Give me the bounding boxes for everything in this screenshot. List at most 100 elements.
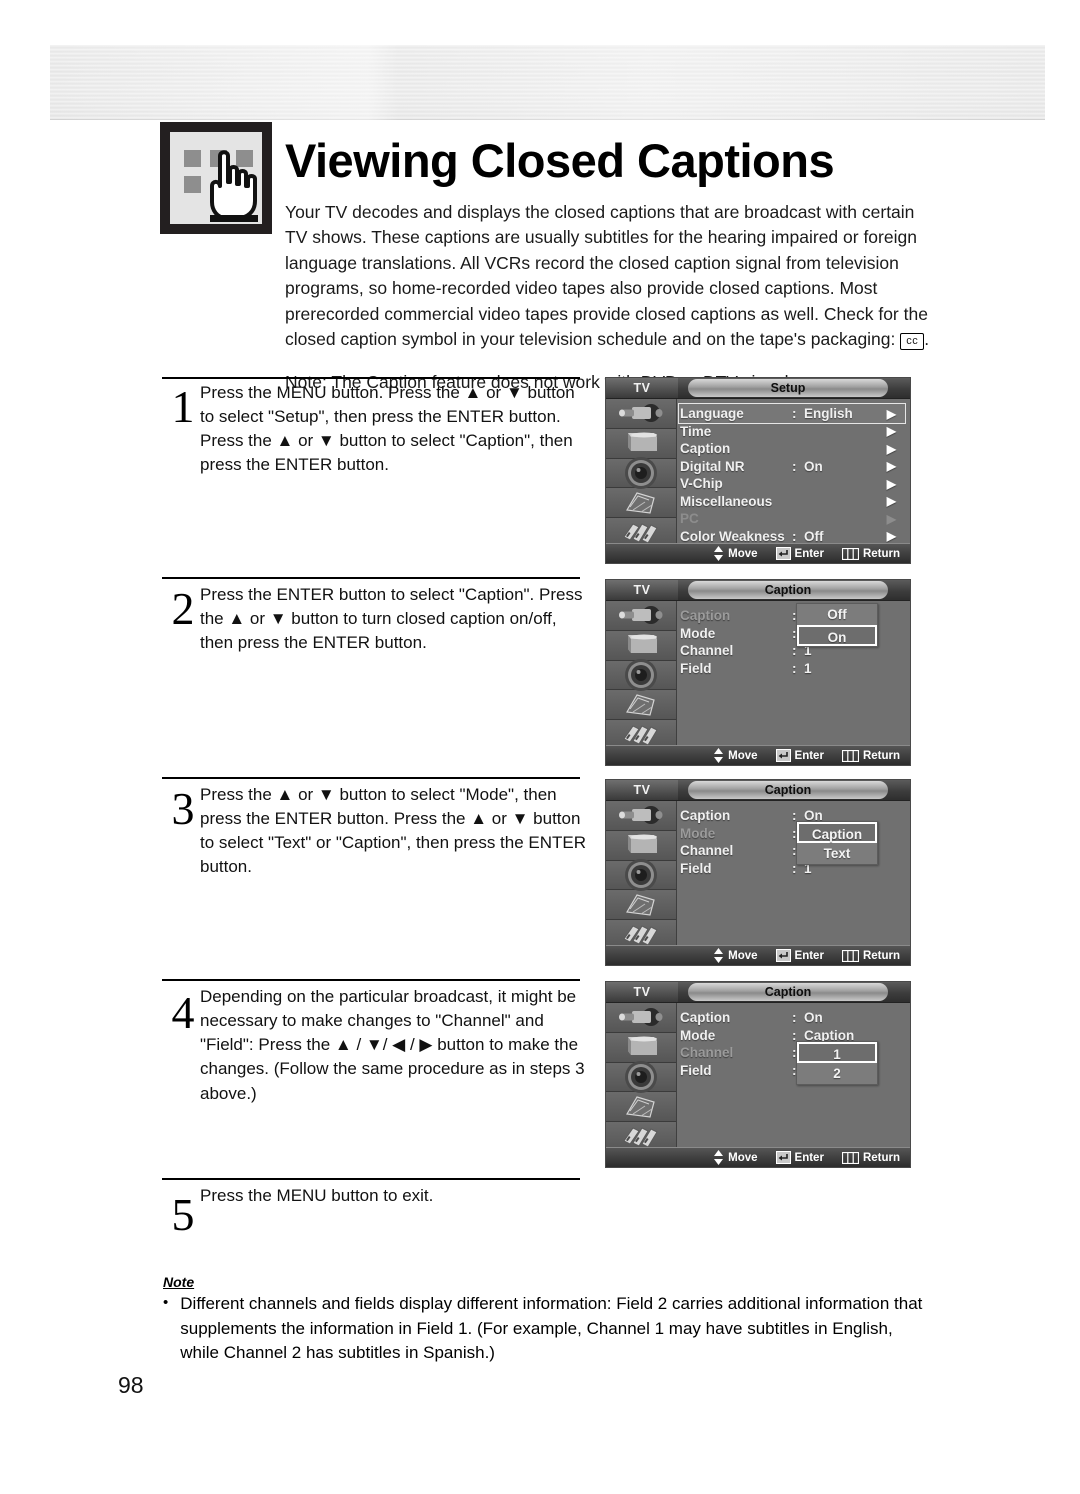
- osd-menu-item[interactable]: PC ▶: [680, 510, 906, 528]
- osd-menu-item[interactable]: Caption: On: [680, 1009, 906, 1027]
- osd-item-colon: :: [792, 1010, 797, 1026]
- step-separator-2: [162, 577, 580, 579]
- sound-speaker-icon[interactable]: [606, 457, 676, 489]
- osd-item-colon: :: [792, 458, 797, 474]
- osd-footer-enter[interactable]: Enter: [775, 749, 824, 762]
- osd-option-item[interactable]: Text: [797, 843, 877, 864]
- osd-menu-item[interactable]: Caption ▶: [680, 440, 906, 458]
- osd-footer-move[interactable]: Move: [713, 948, 758, 963]
- osd-footer-label: Return: [862, 1151, 900, 1164]
- osd-item-label: Digital NR: [680, 458, 745, 474]
- osd-footer-label: Return: [862, 749, 900, 762]
- step-number-2: 2: [171, 583, 195, 634]
- osd-titlebar: TV Caption: [606, 780, 910, 801]
- page-number: 98: [118, 1372, 144, 1398]
- osd-panel-setup-menu: TV Setup Language: English ▶ Time ▶ Caption ▶ Dig…: [605, 377, 911, 564]
- channel-icon[interactable]: [606, 690, 676, 721]
- up-down-arrow-icon: [713, 1150, 724, 1165]
- osd-item-list: Language: English ▶ Time ▶ Caption ▶ Digital NR…: [680, 405, 906, 545]
- bullet-dot-icon: •: [163, 1294, 169, 1311]
- step-text-2: Press the ENTER button to select "Captio…: [200, 585, 583, 653]
- osd-footer-return[interactable]: Return: [841, 749, 900, 762]
- osd-item-label: Channel: [680, 643, 734, 659]
- osd-footer-enter[interactable]: Enter: [775, 949, 824, 962]
- picture-tv-icon[interactable]: [606, 830, 676, 861]
- osd-footer-move[interactable]: Move: [713, 748, 758, 763]
- chevron-right-icon: ▶: [886, 441, 896, 456]
- chevron-right-icon: ▶: [886, 459, 896, 474]
- osd-footer-return[interactable]: Return: [841, 949, 900, 962]
- osd-option-item[interactable]: 2: [797, 1063, 877, 1084]
- osd-menu-title: Caption: [688, 781, 888, 799]
- osd-item-label: Caption: [680, 441, 731, 457]
- osd-menu-item[interactable]: Time ▶: [680, 423, 906, 441]
- osd-menu-item[interactable]: V-Chip ▶: [680, 475, 906, 493]
- input-jack-icon[interactable]: [606, 1003, 676, 1033]
- enter-key-icon: [775, 1151, 791, 1164]
- osd-menu-item[interactable]: Miscellaneous ▶: [680, 493, 906, 511]
- osd-panel-caption-onoff-menu: TV Caption Caption: Mode: Channel:1 Field:1 Of…: [605, 579, 911, 766]
- osd-footer-enter[interactable]: Enter: [775, 547, 824, 560]
- osd-item-colon: :: [792, 660, 797, 676]
- osd-footer-label: Return: [862, 547, 900, 560]
- osd-footer-move[interactable]: Move: [713, 546, 758, 561]
- osd-selection-highlight: [678, 403, 906, 424]
- osd-option-item[interactable]: On: [797, 625, 877, 646]
- channel-icon[interactable]: [606, 488, 676, 519]
- step-separator-3: [162, 777, 580, 779]
- osd-footer-enter[interactable]: Enter: [775, 1151, 824, 1164]
- osd-panel-caption-mode-menu: TV Caption Caption: On Mode: Channel: Field:1 C…: [605, 779, 911, 966]
- chevron-right-icon: ▶: [886, 529, 896, 544]
- osd-footer-label: Enter: [794, 1151, 824, 1164]
- osd-footer-bar: Move Enter Return: [606, 745, 910, 765]
- step-number-4: 4: [171, 987, 195, 1038]
- picture-tv-icon[interactable]: [606, 428, 676, 459]
- osd-footer-return[interactable]: Return: [841, 547, 900, 560]
- osd-item-value: 1: [804, 660, 812, 676]
- up-down-arrow-icon: [713, 546, 724, 561]
- up-down-arrow-icon: [713, 948, 724, 963]
- osd-footer-bar: Move Enter Return: [606, 945, 910, 965]
- osd-sidebar: [606, 601, 677, 749]
- picture-tv-icon[interactable]: [606, 630, 676, 661]
- osd-option-popup[interactable]: 12: [796, 1041, 878, 1085]
- osd-menu-item[interactable]: Field:1: [680, 660, 906, 678]
- sound-speaker-icon[interactable]: [606, 1061, 676, 1093]
- step-separator-4: [162, 979, 580, 981]
- osd-footer-label: Move: [728, 749, 758, 762]
- channel-icon[interactable]: [606, 890, 676, 921]
- osd-sidebar: [606, 399, 677, 547]
- osd-menu-item[interactable]: Digital NR: On ▶: [680, 458, 906, 476]
- channel-icon[interactable]: [606, 1092, 676, 1123]
- input-jack-icon[interactable]: [606, 601, 676, 631]
- step-number-5: 5: [171, 1189, 195, 1240]
- osd-option-item[interactable]: Caption: [797, 822, 877, 843]
- osd-footer-move[interactable]: Move: [713, 1150, 758, 1165]
- picture-tv-icon[interactable]: [606, 1032, 676, 1063]
- osd-panel-caption-channel-menu: TV Caption Caption: On Mode: Caption Channel: F…: [605, 981, 911, 1168]
- input-jack-icon[interactable]: [606, 801, 676, 831]
- osd-titlebar: TV Setup: [606, 378, 910, 399]
- osd-item-label: Field: [680, 660, 712, 676]
- osd-footer-label: Move: [728, 949, 758, 962]
- enter-key-icon: [775, 749, 791, 762]
- sound-speaker-icon[interactable]: [606, 859, 676, 891]
- chevron-right-icon: ▶: [886, 511, 896, 526]
- input-jack-icon[interactable]: [606, 399, 676, 429]
- osd-item-label: Time: [680, 423, 712, 439]
- step-text-3: Press the ▲ or ▼ button to select "Mode"…: [200, 785, 587, 877]
- osd-item-colon: :: [792, 528, 797, 544]
- sound-speaker-icon[interactable]: [606, 659, 676, 691]
- osd-menu-title: Setup: [688, 379, 888, 397]
- osd-footer-return[interactable]: Return: [841, 1151, 900, 1164]
- osd-option-item[interactable]: 1: [797, 1042, 877, 1063]
- osd-option-popup[interactable]: Off On: [796, 603, 878, 647]
- osd-sidebar: [606, 1003, 677, 1151]
- enter-key-icon: [775, 547, 791, 560]
- osd-option-item[interactable]: Off: [797, 604, 877, 625]
- enter-key-icon: [775, 949, 791, 962]
- step-text-5: Press the MENU button to exit.: [200, 1186, 434, 1205]
- step-number-3: 3: [171, 783, 195, 834]
- intro-text-block: Your TV decodes and displays the closed …: [285, 200, 930, 396]
- osd-option-popup[interactable]: Caption Text: [796, 821, 878, 865]
